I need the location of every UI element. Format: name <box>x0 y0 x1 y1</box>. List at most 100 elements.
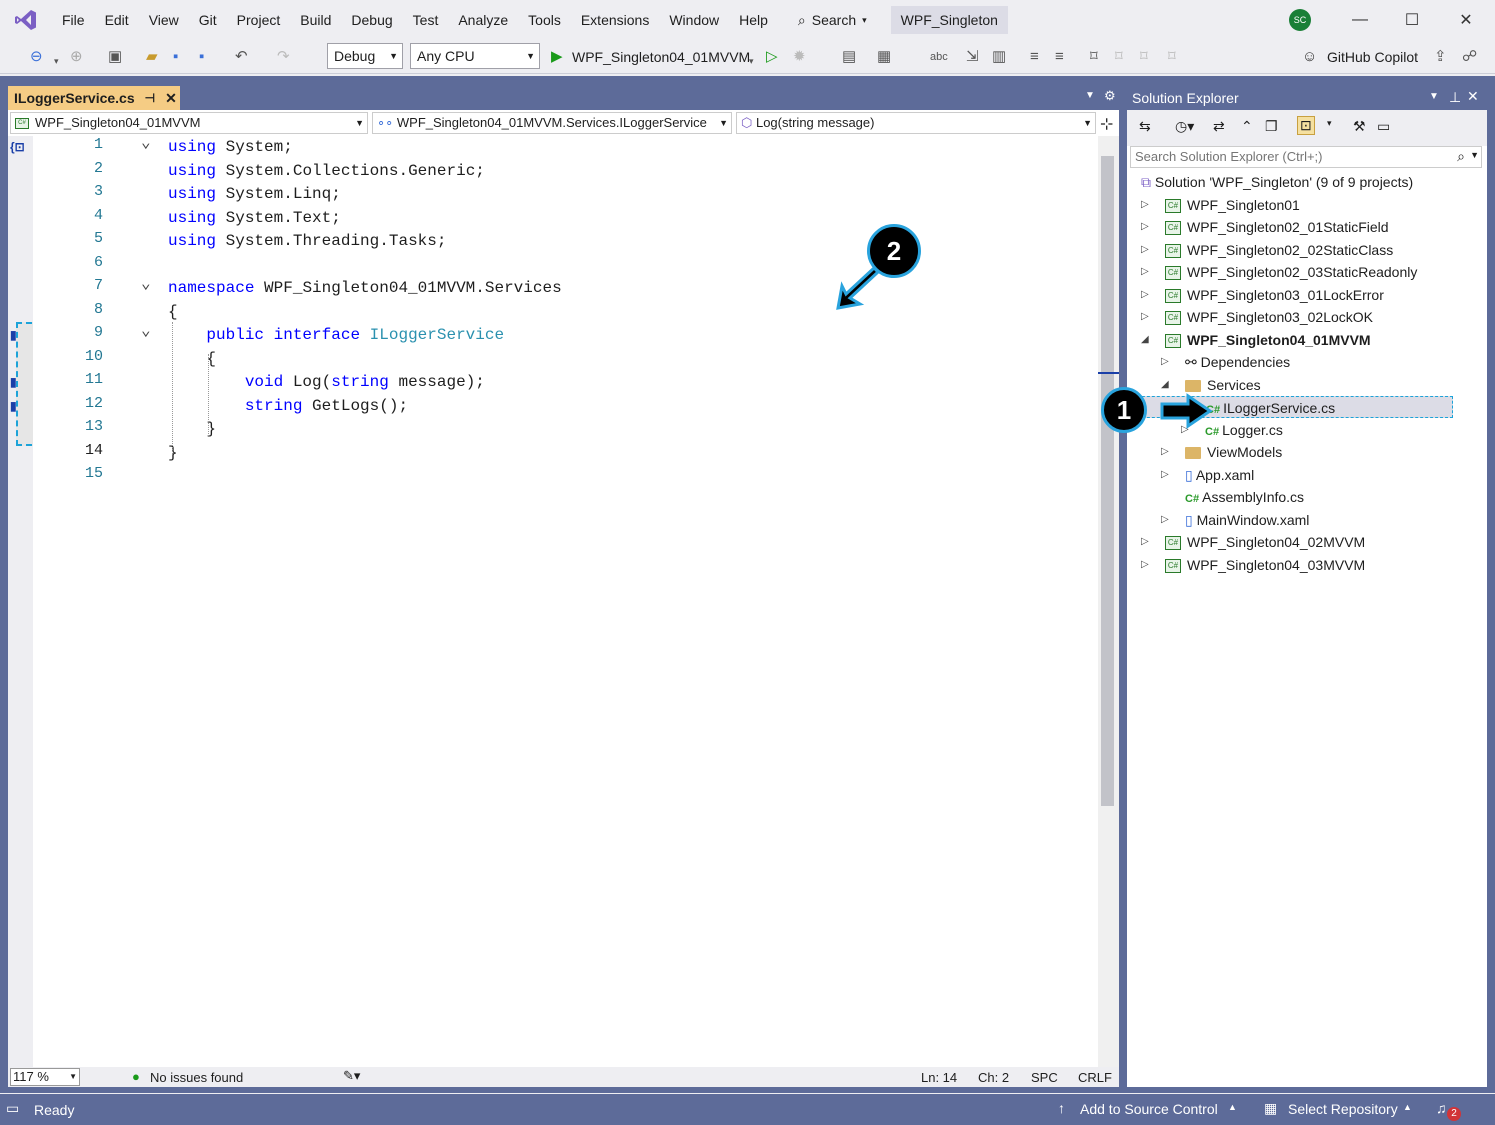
expand-caret-icon[interactable]: ▷ <box>1141 531 1149 553</box>
column-indicator[interactable]: Ch: 2 <box>978 1070 1009 1085</box>
outdent-icon[interactable]: ≡ <box>1055 48 1064 66</box>
menu-edit[interactable]: Edit <box>95 0 139 40</box>
configuration-dropdown[interactable]: Debug ▼ <box>327 43 403 69</box>
back-icon[interactable]: ⊖ <box>30 48 43 66</box>
code-line[interactable]: using System.Text; <box>168 207 341 231</box>
expand-caret-icon[interactable]: ▷ <box>1141 194 1149 216</box>
menu-window[interactable]: Window <box>659 0 729 40</box>
tree-item[interactable]: ◢ C# WPF_Singleton04_01MVVM <box>1127 329 1453 351</box>
maximize-button[interactable]: ☐ <box>1385 0 1439 40</box>
solution-tool-icon[interactable]: ▤ <box>842 48 856 66</box>
step-icon[interactable]: ⇲ <box>966 48 979 66</box>
code-line[interactable]: using System.Threading.Tasks; <box>168 230 447 254</box>
preview-toggle-icon[interactable]: ⊡ <box>1297 116 1315 135</box>
indent-icon[interactable]: ≡ <box>1030 48 1039 66</box>
menu-view[interactable]: View <box>139 0 189 40</box>
solution-search-box[interactable]: ⌕ ▼ <box>1130 146 1482 168</box>
expand-caret-icon[interactable]: ▷ <box>1141 284 1149 306</box>
bookmark-clear-icon[interactable]: ⌑ <box>1168 48 1176 66</box>
braces-icon[interactable]: {⊡ <box>10 140 25 154</box>
properties-icon[interactable]: ⚒ <box>1353 118 1366 135</box>
member-nav-dropdown[interactable]: ⬡ Log(string message) ▼ <box>736 112 1096 134</box>
bell-icon[interactable]: ♫ <box>1436 1100 1447 1116</box>
gear-icon[interactable]: ⚙ <box>1104 88 1116 104</box>
expand-caret-icon[interactable]: ▷ <box>1141 216 1149 238</box>
tab-dropdown-icon[interactable]: ▼ <box>1085 90 1095 101</box>
bookmark-icon[interactable]: ⌑ <box>1090 48 1098 66</box>
tab-iloggerservice[interactable]: ILoggerService.cs ⊣ ✕ <box>8 86 180 110</box>
line-ending-indicator[interactable]: CRLF <box>1078 1070 1112 1085</box>
menu-test[interactable]: Test <box>403 0 449 40</box>
type-nav-dropdown[interactable]: ∘∘ WPF_Singleton04_01MVVM.Services.ILogg… <box>372 112 732 134</box>
menu-project[interactable]: Project <box>227 0 291 40</box>
collapse-all-icon[interactable]: ⌃ <box>1241 118 1253 135</box>
code-line[interactable]: public interface ILoggerService <box>168 324 504 348</box>
bookmark-next-icon[interactable]: ⌑ <box>1140 48 1148 66</box>
expand-caret-icon[interactable]: ▷ <box>1161 441 1169 463</box>
fold-toggle-icon[interactable]: ⌄ <box>141 320 151 344</box>
visual-studio-logo-icon[interactable] <box>0 0 52 40</box>
expand-caret-icon[interactable]: ▷ <box>1161 464 1169 486</box>
tree-item[interactable]: ▷ ViewModels <box>1127 441 1453 463</box>
sync-icon[interactable]: ⇆ <box>1139 118 1151 135</box>
new-project-icon[interactable]: ▣ <box>108 48 122 66</box>
close-icon[interactable]: ✕ <box>165 90 177 107</box>
tree-item[interactable]: ▷ C# WPF_Singleton04_03MVVM <box>1127 554 1453 576</box>
start-debugging-icon[interactable]: ▶ <box>551 48 563 66</box>
line-indicator[interactable]: Ln: 14 <box>921 1070 957 1085</box>
scrollbar-thumb[interactable] <box>1101 156 1114 806</box>
chevron-down-icon[interactable]: ▼ <box>1470 150 1479 160</box>
add-to-source-control-button[interactable]: Add to Source Control <box>1080 1101 1218 1117</box>
copilot-button[interactable]: GitHub Copilot <box>1327 48 1418 66</box>
view-code-icon[interactable]: ▭ <box>1377 118 1390 135</box>
history-icon[interactable]: ◷▾ <box>1175 118 1194 135</box>
menu-git[interactable]: Git <box>189 0 227 40</box>
code-line[interactable]: using System.Linq; <box>168 183 341 207</box>
spellcheck-icon[interactable]: abc <box>930 48 948 66</box>
menu-extensions[interactable]: Extensions <box>571 0 659 40</box>
code-line[interactable]: using System.Collections.Generic; <box>168 160 485 184</box>
pin-icon[interactable]: ⊥ <box>1449 89 1461 106</box>
hot-reload-icon[interactable]: ✹ <box>793 48 806 66</box>
code-line[interactable]: { <box>168 301 178 325</box>
menu-debug[interactable]: Debug <box>341 0 402 40</box>
vertical-scrollbar[interactable] <box>1098 136 1119 1067</box>
project-nav-dropdown[interactable]: C# WPF_Singleton04_01MVVM ▼ <box>10 112 368 134</box>
chevron-down-icon[interactable]: ▾ <box>1327 118 1332 129</box>
chevron-down-icon[interactable]: ▾ <box>54 52 59 70</box>
expand-caret-icon[interactable]: ▷ <box>1141 239 1149 261</box>
tree-item[interactable]: ▷ ⚯ Dependencies <box>1127 351 1453 373</box>
solution-search-input[interactable] <box>1131 147 1441 165</box>
avatar[interactable]: SC <box>1289 9 1311 31</box>
issues-status[interactable]: No issues found <box>150 1070 243 1085</box>
expand-caret-icon[interactable]: ▷ <box>1161 351 1169 373</box>
code-area[interactable]: 1 using System; 2 using System.Collections.… <box>33 134 1098 1067</box>
select-repository-button[interactable]: Select Repository <box>1288 1101 1398 1117</box>
show-all-files-icon[interactable]: ❐ <box>1265 118 1278 135</box>
platform-dropdown[interactable]: Any CPU ▼ <box>410 43 540 69</box>
tree-item[interactable]: ▷ C# WPF_Singleton03_02LockOK <box>1127 306 1453 328</box>
columns-icon[interactable]: ▥ <box>992 48 1006 66</box>
expand-caret-icon[interactable]: ▷ <box>1141 261 1149 283</box>
tree-item[interactable]: C# AssemblyInfo.cs <box>1127 486 1453 508</box>
save-all-icon[interactable]: ▪ <box>199 48 204 66</box>
layout-icon[interactable]: ▦ <box>877 48 891 66</box>
tree-item[interactable]: ⧉ Solution 'WPF_Singleton' (9 of 9 proje… <box>1127 171 1453 193</box>
close-icon[interactable]: ✕ <box>1467 88 1479 105</box>
code-cleanup-icon[interactable]: ✎▾ <box>343 1068 360 1084</box>
code-line[interactable]: void Log(string message); <box>168 371 485 395</box>
zoom-dropdown[interactable]: 117 % ▼ <box>10 1068 80 1086</box>
expand-caret-icon[interactable]: ▷ <box>1141 554 1149 576</box>
tree-item[interactable]: ▷ C# WPF_Singleton03_01LockError <box>1127 284 1453 306</box>
bookmark-prev-icon[interactable]: ⌑ <box>1115 48 1123 66</box>
tree-item[interactable]: ▷ C# WPF_Singleton01 <box>1127 194 1453 216</box>
pending-changes-icon[interactable]: ⇄ <box>1213 118 1225 135</box>
chevron-down-icon[interactable]: ▼ <box>1429 91 1439 102</box>
minimize-button[interactable]: — <box>1333 0 1387 40</box>
code-line[interactable]: namespace WPF_Singleton04_01MVVM.Service… <box>168 277 562 301</box>
chevron-down-icon[interactable]: ▾ <box>749 52 754 70</box>
feedback-icon[interactable]: ☍ <box>1462 48 1477 66</box>
startup-project-button[interactable]: WPF_Singleton04_01MVVM <box>572 48 750 66</box>
code-line[interactable]: string GetLogs(); <box>168 395 408 419</box>
forward-icon[interactable]: ⊕ <box>70 48 83 66</box>
